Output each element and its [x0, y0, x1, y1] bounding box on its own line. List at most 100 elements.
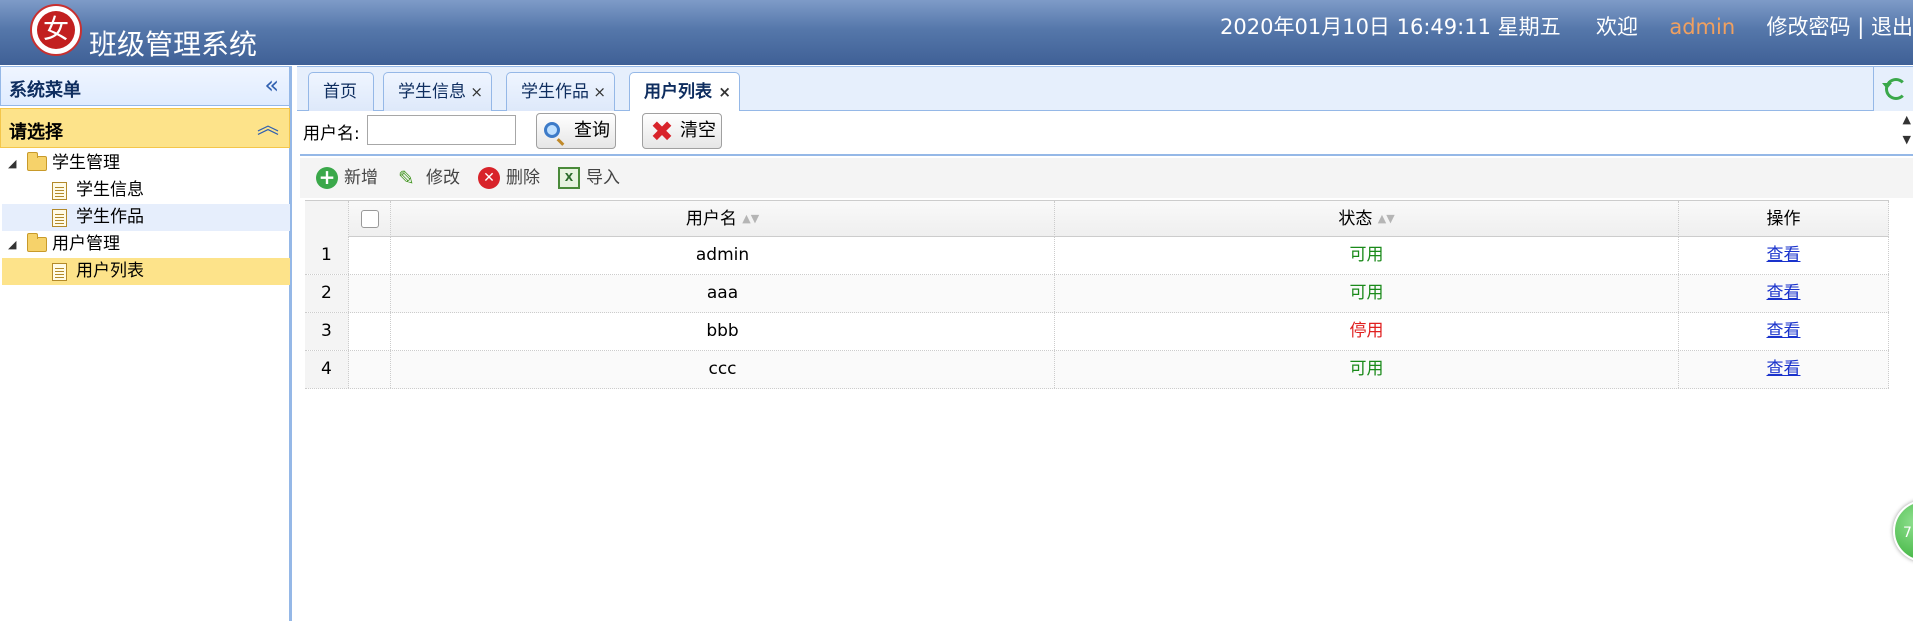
search-bar: 用户名: 查询 ✖ 清空 ▲ ▼: [300, 111, 1913, 156]
row-number: 2: [305, 275, 349, 312]
row-checkbox-cell: [349, 237, 391, 274]
view-link[interactable]: 查看: [1767, 245, 1801, 265]
tree-item-label: 学生信息: [76, 180, 144, 200]
tree-item-label: 学生管理: [52, 153, 120, 173]
header-user-area: 2020年01月10日 16:49:11 星期五 欢迎 admin 修改密码 |…: [1220, 12, 1913, 42]
header-separator: |: [1857, 15, 1865, 39]
table-row[interactable]: 1 admin 可用 查看: [305, 237, 1889, 275]
file-icon: [52, 182, 67, 200]
tree-item-label: 学生作品: [76, 207, 144, 227]
logout-link[interactable]: 退出: [1871, 15, 1913, 39]
grid-toolbar: + 新增 ✎ 修改 ✕ 删除 X 导入: [300, 158, 1913, 198]
edit-button[interactable]: ✎ 修改: [398, 164, 466, 192]
close-icon[interactable]: ×: [718, 73, 731, 111]
tab-user-list[interactable]: 用户列表 ×: [629, 72, 740, 113]
app-title: 班级管理系统: [89, 28, 258, 61]
file-icon: [52, 209, 67, 227]
status-cell: 可用: [1055, 351, 1679, 388]
welcome-text: 欢迎: [1595, 15, 1638, 39]
header-datetime: 2020年01月10日 16:49:11 星期五: [1220, 15, 1561, 39]
status-cell: 可用: [1055, 275, 1679, 312]
add-button[interactable]: + 新增: [316, 164, 384, 192]
collapse-section-icon[interactable]: ︽: [257, 112, 279, 142]
pencil-icon: ✎: [398, 166, 415, 190]
tab-label: 学生作品: [521, 82, 589, 102]
select-all-checkbox[interactable]: [360, 210, 379, 228]
close-icon[interactable]: ×: [470, 73, 483, 111]
row-number: 3: [305, 313, 349, 350]
floating-assistant-ball[interactable]: 7: [1893, 500, 1913, 562]
username-search-input[interactable]: [367, 115, 516, 145]
tab-label: 用户列表: [644, 82, 712, 102]
import-button-label: 导入: [586, 168, 620, 188]
scroll-up-icon[interactable]: ▲: [1903, 113, 1911, 126]
delete-button[interactable]: ✕ 删除: [478, 164, 546, 192]
row-checkbox-cell: [349, 351, 391, 388]
import-button[interactable]: X 导入: [558, 164, 626, 192]
row-checkbox-cell: [349, 275, 391, 312]
status-cell: 停用: [1055, 313, 1679, 350]
tab-student-works[interactable]: 学生作品 ×: [506, 72, 615, 112]
close-icon[interactable]: ×: [593, 73, 606, 111]
row-number-header: [305, 201, 349, 237]
view-link[interactable]: 查看: [1767, 359, 1801, 379]
school-logo: 女: [30, 4, 82, 56]
column-header-username[interactable]: 用户名 ▲▼: [391, 201, 1055, 237]
sidebar-menu: 系统菜单 « 请选择 ︽ ◢ 学生管理 学生信息 学生作品 ◢ 用户管理 用户列…: [0, 66, 292, 621]
username-cell: bbb: [391, 313, 1055, 350]
sort-icon: ▲▼: [1377, 212, 1395, 225]
table-row[interactable]: 4 ccc 可用 查看: [305, 351, 1889, 389]
action-cell: 查看: [1679, 275, 1889, 312]
view-link[interactable]: 查看: [1767, 283, 1801, 303]
clear-icon: ✖: [650, 115, 674, 148]
refresh-arrow-icon: [1882, 83, 1892, 89]
username-cell: admin: [391, 237, 1055, 274]
table-row[interactable]: 3 bbb 停用 查看: [305, 313, 1889, 351]
app-header: 女 班级管理系统 2020年01月10日 16:49:11 星期五 欢迎 adm…: [0, 0, 1913, 65]
tree-expanded-icon[interactable]: ◢: [8, 231, 16, 258]
action-cell: 查看: [1679, 351, 1889, 388]
column-header-actions: 操作: [1679, 201, 1889, 237]
row-number: 4: [305, 351, 349, 388]
sidebar-header: 系统菜单 «: [0, 66, 290, 106]
search-icon: [544, 122, 560, 138]
tree-item-label: 用户列表: [76, 261, 144, 281]
sidebar-item-user-list[interactable]: 用户列表: [2, 258, 290, 285]
file-icon: [52, 263, 67, 281]
grid-header: 用户名 ▲▼ 状态 ▲▼ 操作: [305, 200, 1889, 237]
change-password-link[interactable]: 修改密码: [1767, 15, 1851, 39]
delete-button-label: 删除: [506, 168, 540, 188]
sidebar-title: 系统菜单: [9, 80, 81, 101]
row-checkbox-cell: [349, 313, 391, 350]
add-button-label: 新增: [344, 168, 378, 188]
tab-student-info[interactable]: 学生信息 ×: [383, 72, 492, 112]
tab-label: 首页: [323, 82, 357, 102]
current-username: admin: [1669, 15, 1736, 39]
tab-bar: 首页 学生信息 × 学生作品 × 用户列表 ×: [297, 66, 1913, 113]
select-all-checkbox-cell: [349, 201, 391, 237]
sidebar-item-user-management[interactable]: ◢ 用户管理: [2, 231, 290, 258]
sidebar-item-student-works[interactable]: 学生作品: [2, 204, 290, 231]
delete-icon: ✕: [478, 167, 500, 189]
folder-icon: [27, 233, 47, 252]
query-button-label: 查询: [574, 120, 610, 141]
username-cell: aaa: [391, 275, 1055, 312]
refresh-icon: [1885, 78, 1907, 100]
collapse-sidebar-icon[interactable]: «: [264, 71, 279, 99]
tab-label: 学生信息: [398, 82, 466, 102]
tab-home[interactable]: 首页: [308, 72, 374, 112]
tree-expanded-icon[interactable]: ◢: [8, 150, 16, 177]
refresh-button[interactable]: [1873, 67, 1913, 111]
clear-button[interactable]: ✖ 清空: [642, 113, 722, 149]
column-header-label: 用户名: [685, 209, 737, 229]
folder-icon: [27, 152, 47, 171]
table-row[interactable]: 2 aaa 可用 查看: [305, 275, 1889, 313]
column-header-status[interactable]: 状态 ▲▼: [1055, 201, 1679, 237]
sidebar-section-header[interactable]: 请选择 ︽: [0, 108, 290, 148]
query-button[interactable]: 查询: [536, 113, 616, 149]
sidebar-item-student-info[interactable]: 学生信息: [2, 177, 290, 204]
view-link[interactable]: 查看: [1767, 321, 1801, 341]
scroll-down-icon[interactable]: ▼: [1903, 133, 1911, 146]
sidebar-item-student-management[interactable]: ◢ 学生管理: [2, 150, 290, 177]
row-number: 1: [305, 237, 349, 274]
